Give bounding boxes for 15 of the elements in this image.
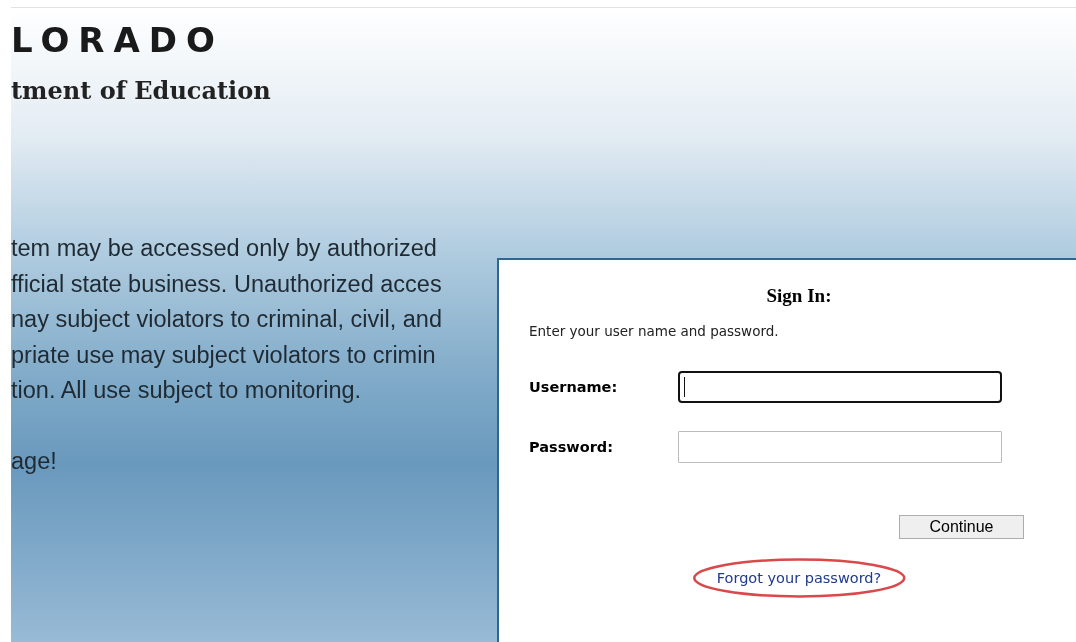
continue-button[interactable]: Continue	[899, 515, 1024, 539]
field-label: Password:	[529, 439, 614, 455]
department-name: tment of Education	[11, 76, 272, 105]
logo-text: LORADO	[11, 20, 225, 60]
notice-text-line: age!	[11, 446, 57, 476]
instructions-text: Enter your user name and password.	[529, 323, 780, 339]
input-field[interactable]	[678, 371, 1002, 403]
sign-in-title: Sign In:	[765, 285, 833, 307]
notice-text-line: fficial state business. Unauthorized acces	[11, 269, 442, 299]
input-field[interactable]	[678, 431, 1002, 463]
notice-text-line: tion. All use subject to monitoring.	[11, 376, 362, 405]
field-label: Username:	[529, 379, 619, 395]
notice-text-line: priate use may subject violators to crimin	[11, 340, 436, 370]
notice-text-line: nay subject violators to criminal, civil, and	[11, 305, 442, 334]
notice-text-line: tem may be accessed only by authorized	[11, 234, 437, 263]
